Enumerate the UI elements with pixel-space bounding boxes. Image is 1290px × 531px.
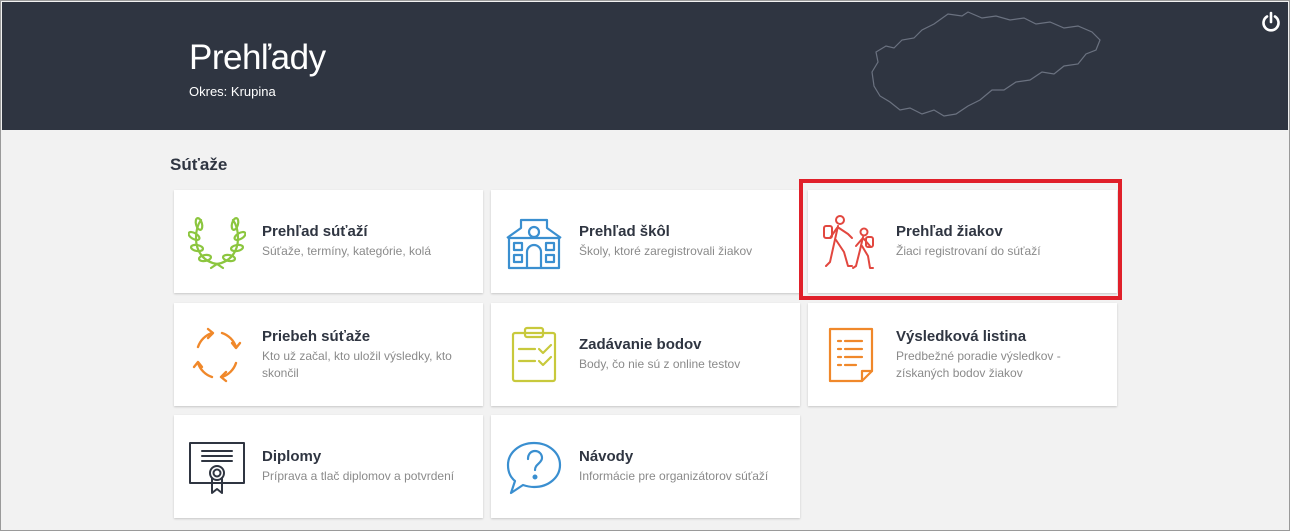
results-document-icon xyxy=(822,325,880,385)
card-title: Prehľad žiakov xyxy=(896,223,1003,240)
certificate-icon xyxy=(188,437,246,497)
question-bubble-icon xyxy=(505,437,563,497)
slovakia-map-icon xyxy=(871,11,1101,117)
card-description: Informácie pre organizátorov súťaží xyxy=(579,469,769,483)
card-diplomas[interactable]: Diplomy Príprava a tlač diplomov a potvr… xyxy=(174,415,483,518)
card-competition-progress[interactable]: Priebeh súťaže Kto už začal, kto uložil … xyxy=(174,303,483,406)
walking-students-icon xyxy=(822,212,880,272)
card-title: Výsledková listina xyxy=(896,327,1027,345)
card-title: Prehľad škôl xyxy=(579,223,670,240)
card-description: Body, čo nie sú z online testov xyxy=(579,357,741,371)
card-description: Súťaže, termíny, kategórie, kolá xyxy=(262,244,432,258)
card-schools-overview[interactable]: Prehľad škôl Školy, ktoré zaregistrovali… xyxy=(491,190,800,293)
page-title: Prehľady xyxy=(189,38,326,77)
laurel-wreath-icon xyxy=(188,212,246,272)
card-description: Žiaci registrovaní do súťaží xyxy=(896,244,1041,258)
card-title: Návody xyxy=(579,448,634,465)
card-competitions-overview[interactable]: Prehľad súťaží Súťaže, termíny, kategóri… xyxy=(174,190,483,293)
page-header: Prehľady Okres: Krupina xyxy=(2,2,1288,130)
district-label: Okres: Krupina xyxy=(189,84,276,99)
power-icon[interactable] xyxy=(1260,11,1282,33)
card-results-list[interactable]: Výsledková listina Predbežné poradie výs… xyxy=(808,303,1117,406)
card-title: Priebeh súťaže xyxy=(262,327,371,345)
card-students-overview[interactable]: Prehľad žiakov Žiaci registrovaní do súť… xyxy=(808,190,1117,293)
refresh-arrows-icon xyxy=(188,325,246,385)
card-description: Predbežné poradie výsledkov - získaných … xyxy=(896,348,1061,380)
card-description: Kto už začal, kto uložil výsledky, kto s… xyxy=(262,348,452,380)
card-guides[interactable]: Návody Informácie pre organizátorov súťa… xyxy=(491,415,800,518)
card-description: Príprava a tlač diplomov a potvrdení xyxy=(262,469,455,483)
card-title: Diplomy xyxy=(262,448,322,465)
card-points-entry[interactable]: Zadávanie bodov Body, čo nie sú z online… xyxy=(491,303,800,406)
card-title: Zadávanie bodov xyxy=(579,336,702,353)
clipboard-check-icon xyxy=(505,325,563,385)
school-building-icon xyxy=(505,212,563,272)
card-title: Prehľad súťaží xyxy=(262,223,368,240)
card-description: Školy, ktoré zaregistrovali žiakov xyxy=(579,244,753,258)
section-title: Súťaže xyxy=(170,155,228,174)
